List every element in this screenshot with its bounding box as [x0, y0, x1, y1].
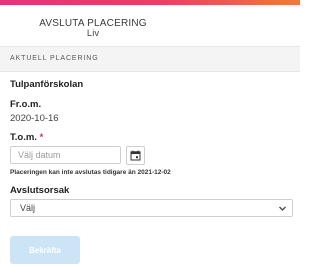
- end-date-input[interactable]: [10, 146, 121, 164]
- section-header: AKTUELL PLACERING: [0, 46, 300, 72]
- placement-name: Tulpanförskolan: [10, 79, 84, 90]
- chevron-down-icon: [279, 206, 286, 211]
- end-date-hint: Placeringen kan inte avslutas tidigare ä…: [10, 169, 171, 176]
- calendar-button[interactable]: [126, 146, 145, 165]
- child-name: Liv: [86, 28, 100, 39]
- reason-label: Avslutsorsak: [10, 185, 70, 196]
- confirm-button[interactable]: Bekräfta: [10, 236, 80, 264]
- page-header: AVSLUTA PLACERING Liv: [0, 5, 300, 42]
- reason-select[interactable]: Välj: [10, 199, 293, 217]
- from-date-value: 2020-10-16: [10, 113, 59, 124]
- to-label-text: T.o.m.: [10, 132, 37, 143]
- to-label: T.o.m. *: [10, 132, 43, 143]
- from-label: Fr.o.m.: [10, 99, 42, 110]
- calendar-icon: [130, 150, 141, 161]
- required-marker: *: [39, 132, 44, 143]
- section-title: AKTUELL PLACERING: [10, 55, 99, 62]
- reason-selected-value: Välj: [20, 203, 36, 213]
